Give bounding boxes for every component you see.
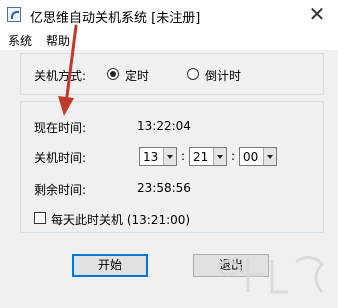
minute-value: 21 <box>193 150 209 164</box>
menu-item-help[interactable]: 帮助 <box>46 32 70 49</box>
shutdown-time-label: 关机时间: <box>34 151 87 165</box>
time-separator: : <box>231 149 236 163</box>
radio-countdown[interactable] <box>187 68 199 80</box>
watermark-logo <box>216 256 325 294</box>
start-button[interactable]: 开始 <box>72 254 148 277</box>
mode-label: 关机方式: <box>34 69 87 83</box>
hour-value: 13 <box>143 150 159 164</box>
second-select[interactable]: 00 <box>239 147 277 166</box>
remaining-time-value: 23:58:56 <box>137 181 191 195</box>
current-time-label: 现在时间: <box>34 121 87 135</box>
menu-bar: 系统 帮助 <box>0 30 338 50</box>
radio-timed-label[interactable]: 定时 <box>125 67 149 84</box>
window-title: 亿思维自动关机系统 [未注册] <box>30 11 201 26</box>
time-info-group: 现在时间: 13:22:04 关机时间: 13 : 21 : 00 剩余时间: … <box>20 101 324 233</box>
minute-select[interactable]: 21 <box>189 147 227 166</box>
current-time-value: 13:22:04 <box>137 119 191 133</box>
menu-item-system[interactable]: 系统 <box>8 32 32 49</box>
chevron-down-icon[interactable] <box>163 148 176 165</box>
close-button[interactable]: ✕ <box>300 2 334 26</box>
hour-select[interactable]: 13 <box>139 147 177 166</box>
app-icon <box>7 7 21 22</box>
remaining-time-label: 剩余时间: <box>34 183 87 197</box>
time-separator: : <box>181 149 186 163</box>
title-bar[interactable]: 亿思维自动关机系统 [未注册] ✕ <box>0 0 338 30</box>
daily-shutdown-checkbox[interactable] <box>34 212 46 224</box>
mode-group: 关机方式: 定时 倒计时 <box>20 53 324 95</box>
second-value: 00 <box>243 150 259 164</box>
chevron-down-icon[interactable] <box>263 148 276 165</box>
daily-shutdown-label[interactable]: 每天此时关机 (13:21:00) <box>51 211 190 228</box>
chevron-down-icon[interactable] <box>213 148 226 165</box>
radio-timed[interactable] <box>107 68 119 80</box>
radio-countdown-label[interactable]: 倒计时 <box>205 67 241 84</box>
